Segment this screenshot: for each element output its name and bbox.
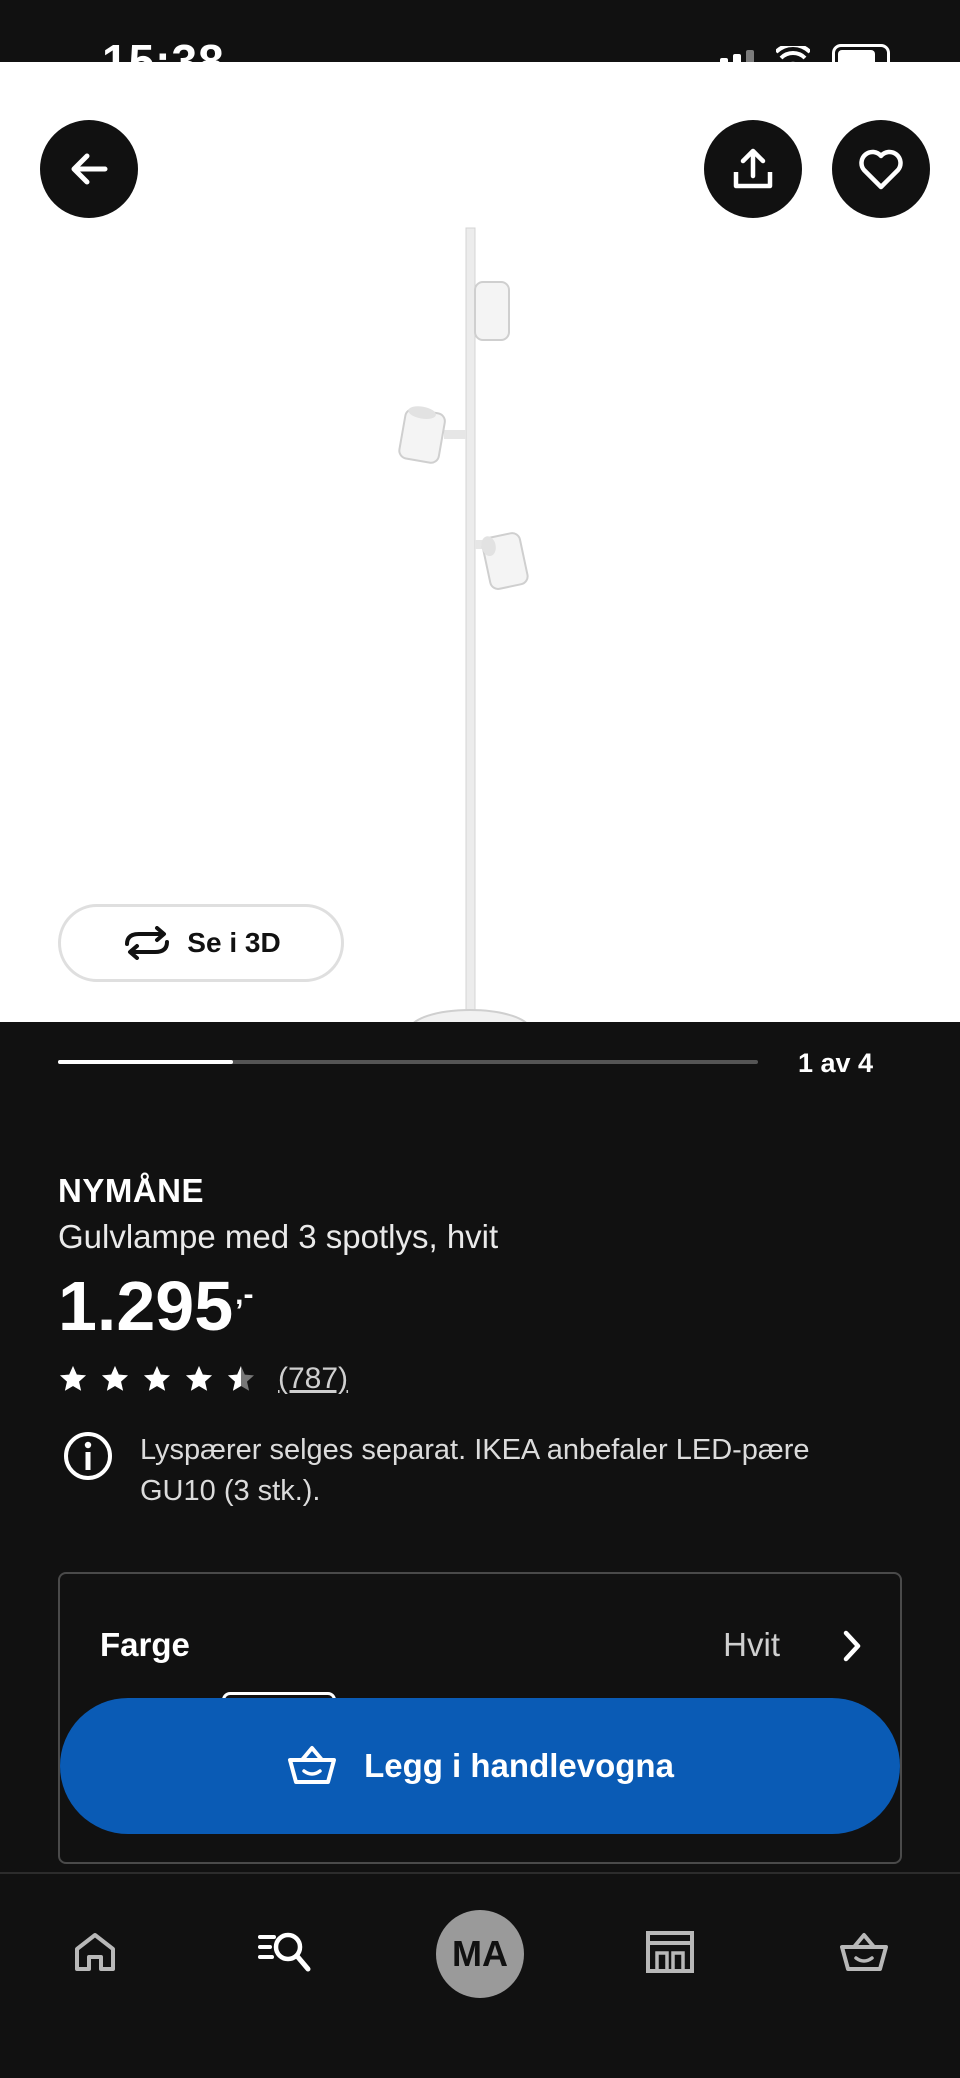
share-icon	[733, 148, 773, 189]
product-price: 1.295 ,-	[58, 1266, 254, 1346]
nav-search[interactable]	[246, 1912, 326, 1992]
gallery-progress	[58, 1060, 758, 1064]
nav-cart[interactable]	[824, 1912, 904, 1992]
product-brand: NYMÅNE	[58, 1172, 205, 1209]
rating-stars	[58, 1364, 256, 1394]
basket-icon	[288, 1746, 337, 1784]
add-to-cart-label: Legg i handlevogna	[364, 1747, 674, 1784]
star-icon	[228, 1366, 254, 1391]
status-bar: 15:38	[0, 0, 960, 62]
wifi-icon	[776, 46, 810, 62]
info-icon	[64, 1432, 112, 1480]
price-suffix: ,-	[235, 1278, 254, 1311]
product-rating[interactable]: (787)	[58, 1362, 348, 1396]
arrow-left-icon	[71, 153, 108, 185]
search-icon	[258, 1932, 311, 1972]
gallery-progress-fill	[58, 1060, 233, 1064]
add-to-cart-button[interactable]: Legg i handlevogna	[60, 1698, 900, 1834]
cellular-signal-icon	[707, 50, 754, 62]
nav-home[interactable]	[55, 1912, 135, 1992]
rotate-3d-icon	[125, 926, 170, 960]
back-button[interactable]	[40, 120, 138, 218]
bottom-nav: MA	[0, 1872, 960, 2078]
star-icon	[60, 1366, 86, 1391]
status-icons	[707, 44, 890, 62]
bulb-notice: Lyspærer selges separat. IKEA anbefaler …	[62, 1430, 882, 1512]
star-icon	[102, 1366, 128, 1391]
see-in-3d-label: Se i 3D	[187, 927, 281, 958]
nav-stores[interactable]	[630, 1912, 710, 1992]
star-icon	[186, 1366, 212, 1391]
color-value: Hvit	[723, 1626, 780, 1663]
favorite-button[interactable]	[832, 120, 930, 218]
review-count-link[interactable]: (787)	[278, 1362, 348, 1396]
store-icon	[646, 1931, 694, 1973]
battery-icon	[832, 44, 890, 62]
star-icon	[144, 1366, 170, 1391]
see-in-3d-button[interactable]: Se i 3D	[58, 904, 344, 982]
gallery-pager: 1 av 4	[798, 1048, 874, 1078]
share-button[interactable]	[704, 120, 802, 218]
notice-text: Lyspærer selges separat. IKEA anbefaler …	[140, 1434, 810, 1507]
basket-icon	[840, 1933, 888, 1971]
home-icon	[75, 1933, 115, 1971]
nav-profile[interactable]: MA	[436, 1902, 524, 2006]
heart-icon	[859, 149, 903, 190]
avatar: MA	[436, 1910, 524, 1998]
price-value: 1.295	[58, 1267, 234, 1345]
product-image-gallery[interactable]: Se i 3D	[0, 62, 960, 1022]
color-label: Farge	[100, 1626, 190, 1663]
chevron-right-icon	[843, 1630, 861, 1662]
product-description: Gulvlampe med 3 spotlys, hvit	[58, 1218, 499, 1255]
status-time: 15:38	[102, 35, 225, 62]
product-image	[398, 227, 529, 1022]
